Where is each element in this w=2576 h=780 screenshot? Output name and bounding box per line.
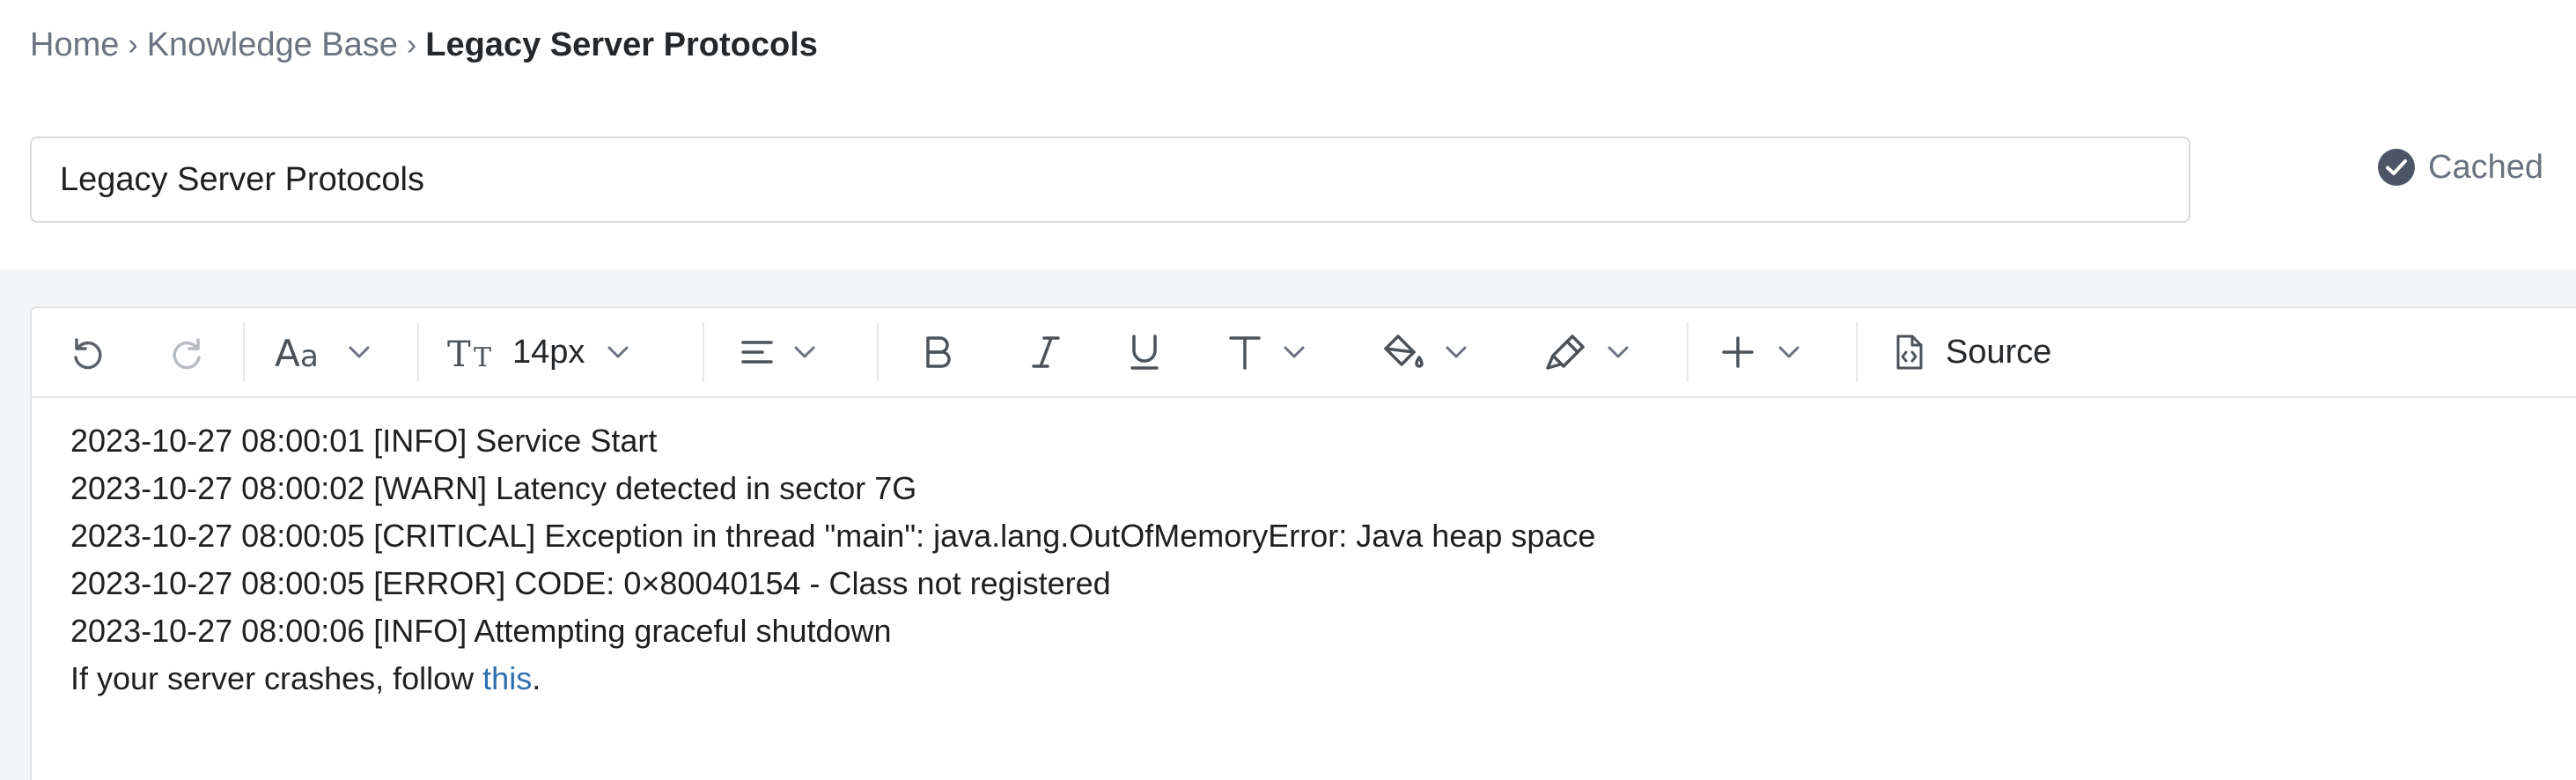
align-left-icon — [741, 341, 773, 364]
toolbar-divider — [703, 322, 704, 382]
bold-button[interactable] — [917, 327, 960, 377]
redo-icon — [173, 338, 201, 370]
redo-button[interactable] — [167, 327, 210, 377]
rich-text-editor: A a T T 14px Source 2023-10-27 08:00:01 … — [30, 306, 2576, 780]
crash-guide-link[interactable]: this — [482, 660, 532, 696]
toolbar-divider — [243, 322, 245, 382]
log-line: 2023-10-27 08:00:06 [INFO] Attempting gr… — [70, 613, 892, 649]
undo-button[interactable] — [65, 327, 107, 377]
editor-toolbar: A a T T 14px Source — [32, 308, 2576, 398]
breadcrumb: Home › Knowledge Base › Legacy Server Pr… — [30, 26, 818, 64]
chevron-down-icon — [607, 346, 629, 358]
underline-icon — [1130, 335, 1159, 370]
toolbar-divider — [417, 322, 419, 382]
text-style-icon — [1229, 336, 1261, 370]
log-line: 2023-10-27 08:00:05 [CRITICAL] Exception… — [70, 518, 1596, 554]
source-button-label: Source — [1946, 333, 2052, 371]
chevron-down-icon — [349, 346, 370, 358]
text-style-dropdown[interactable] — [1224, 327, 1312, 377]
font-size-value: 14px — [512, 333, 585, 371]
italic-button[interactable] — [1025, 327, 1067, 377]
svg-text:T: T — [447, 335, 471, 373]
svg-text:A: A — [275, 332, 300, 373]
footer-prefix: If your server crashes, follow — [70, 660, 483, 696]
breadcrumb-knowledge-base[interactable]: Knowledge Base — [147, 26, 398, 64]
chevron-down-icon — [1608, 346, 1629, 358]
underline-button[interactable] — [1123, 327, 1166, 377]
source-button[interactable]: Source — [1888, 327, 2051, 377]
font-family-dropdown[interactable]: A a — [275, 327, 377, 377]
chevron-down-icon — [1778, 346, 1800, 358]
breadcrumb-separator: › — [406, 28, 417, 62]
toolbar-divider — [877, 322, 879, 382]
fill-color-icon — [1384, 335, 1424, 368]
footer-suffix: . — [532, 660, 541, 696]
plus-icon — [1722, 336, 1754, 368]
cache-status: Cached — [2377, 148, 2543, 187]
chevron-down-icon — [1284, 346, 1305, 358]
log-line: 2023-10-27 08:00:01 [INFO] Service Start — [70, 423, 658, 459]
source-code-file-icon — [1896, 335, 1923, 370]
highlighter-icon — [1546, 335, 1585, 370]
font-size-icon: T T — [447, 335, 491, 373]
italic-icon — [1032, 336, 1060, 368]
highlight-dropdown[interactable] — [1542, 327, 1636, 377]
cache-status-label: Cached — [2428, 148, 2543, 186]
chevron-down-icon — [1446, 346, 1467, 358]
font-family-icon: A a — [275, 332, 319, 373]
toolbar-divider — [1856, 322, 1858, 382]
fill-color-dropdown[interactable] — [1380, 327, 1474, 377]
breadcrumb-home[interactable]: Home — [30, 26, 119, 64]
footer-line: If your server crashes, follow this. — [70, 655, 1595, 703]
svg-text:a: a — [300, 339, 319, 373]
title-input[interactable] — [30, 136, 2190, 223]
chevron-down-icon — [794, 346, 815, 358]
check-circle-icon — [2378, 149, 2415, 186]
breadcrumb-separator: › — [128, 28, 138, 62]
log-line: 2023-10-27 08:00:05 [ERROR] CODE: 0×8004… — [70, 565, 1111, 601]
align-dropdown[interactable] — [736, 327, 822, 377]
insert-dropdown[interactable] — [1717, 327, 1807, 377]
toolbar-divider — [1687, 322, 1689, 382]
font-size-dropdown[interactable]: T T 14px — [447, 327, 636, 377]
log-line: 2023-10-27 08:00:02 [WARN] Latency detec… — [70, 470, 917, 506]
editor-content[interactable]: 2023-10-27 08:00:01 [INFO] Service Start… — [70, 417, 1595, 703]
bold-icon — [926, 336, 951, 368]
breadcrumb-current: Legacy Server Protocols — [425, 26, 818, 63]
undo-icon — [74, 338, 102, 370]
svg-text:T: T — [474, 342, 491, 373]
